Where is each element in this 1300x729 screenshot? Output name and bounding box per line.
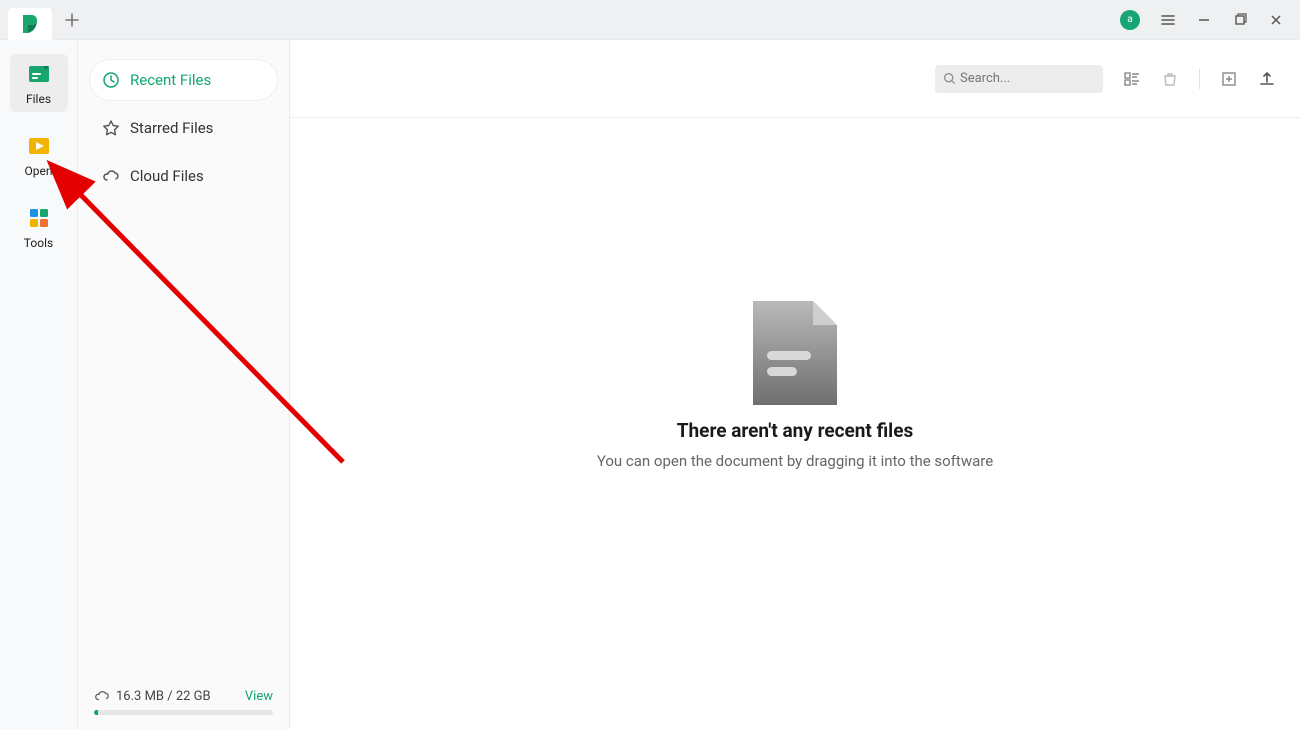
- tools-icon: [25, 204, 53, 232]
- filter-starred-files[interactable]: Starred Files: [90, 108, 277, 148]
- app-logo-icon: [18, 12, 42, 36]
- rail-label: Tools: [24, 236, 53, 250]
- hamburger-menu-icon[interactable]: [1160, 12, 1176, 28]
- rail-label: Open: [25, 164, 53, 178]
- filter-cloud-files[interactable]: Cloud Files: [90, 156, 277, 196]
- filter-label: Starred Files: [130, 119, 213, 137]
- empty-document-icon: [749, 297, 841, 409]
- storage-row: 16.3 MB / 22 GB View: [94, 688, 273, 704]
- cloud-icon: [94, 688, 110, 704]
- rail-label: Files: [26, 92, 51, 106]
- storage-text: 16.3 MB / 22 GB: [116, 689, 211, 704]
- storage-bar: [94, 710, 273, 715]
- user-avatar[interactable]: a: [1120, 10, 1140, 30]
- minimize-button[interactable]: [1196, 12, 1212, 28]
- sidebar-footer: 16.3 MB / 22 GB View: [78, 688, 289, 715]
- app-tab[interactable]: [8, 8, 52, 40]
- open-icon: [25, 132, 53, 160]
- empty-title: There aren't any recent files: [677, 419, 913, 442]
- empty-state: There aren't any recent files You can op…: [290, 78, 1300, 689]
- content-pane: There aren't any recent files You can op…: [290, 40, 1300, 729]
- cloud-icon: [102, 167, 120, 185]
- clock-icon: [102, 71, 120, 89]
- title-bar: a: [0, 0, 1300, 40]
- avatar-letter: a: [1127, 15, 1132, 25]
- main-area: Files Open Tools: [0, 40, 1300, 729]
- star-icon: [102, 119, 120, 137]
- maximize-button[interactable]: [1232, 12, 1248, 28]
- rail-item-open[interactable]: Open: [10, 126, 68, 184]
- close-button[interactable]: [1268, 12, 1284, 28]
- new-tab-button[interactable]: [64, 12, 80, 28]
- titlebar-left: [8, 0, 80, 40]
- file-filters-sidebar: Recent Files Starred Files Cloud Files: [78, 40, 290, 729]
- storage-view-link[interactable]: View: [245, 689, 273, 704]
- files-icon: [25, 60, 53, 88]
- rail-item-tools[interactable]: Tools: [10, 198, 68, 256]
- filter-label: Cloud Files: [130, 167, 204, 185]
- filter-label: Recent Files: [130, 71, 211, 89]
- titlebar-right: a: [1120, 10, 1292, 30]
- rail-item-files[interactable]: Files: [10, 54, 68, 112]
- filter-list: Recent Files Starred Files Cloud Files: [78, 60, 289, 196]
- empty-subtitle: You can open the document by dragging it…: [597, 452, 993, 470]
- primary-rail: Files Open Tools: [0, 40, 78, 729]
- filter-recent-files[interactable]: Recent Files: [90, 60, 277, 100]
